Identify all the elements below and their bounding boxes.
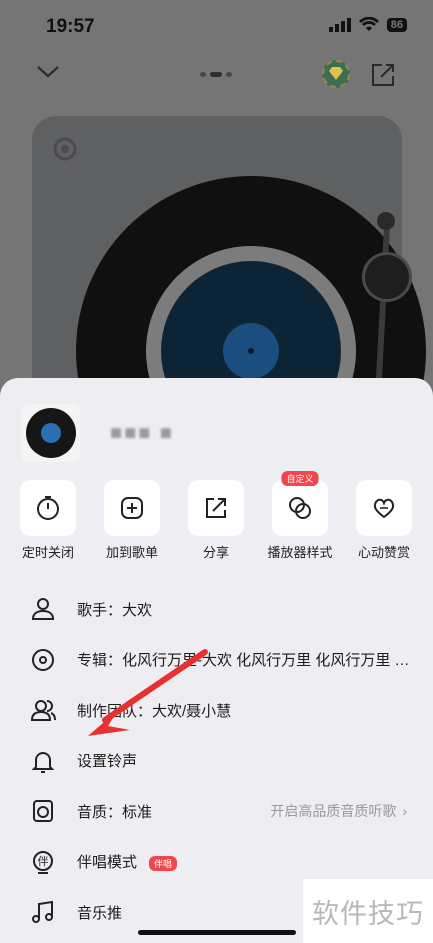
quality-upgrade-link[interactable]: 开启高品质音质听歌 › <box>270 801 407 821</box>
share-top-icon[interactable] <box>370 62 396 88</box>
singer-icon <box>30 596 56 622</box>
home-indicator <box>138 930 296 935</box>
annotation-arrow-icon <box>88 649 208 736</box>
menu-item-singer[interactable]: 歌手：大欢 <box>0 584 433 635</box>
custom-tag: 自定义 <box>281 471 319 486</box>
add-to-playlist-icon <box>121 497 143 519</box>
chevron-right-icon: › <box>402 803 407 820</box>
team-icon <box>30 697 56 723</box>
karaoke-icon: 伴 <box>30 849 56 875</box>
page-indicator <box>200 72 232 77</box>
speaker-icon <box>30 798 56 824</box>
appreciation-icon <box>373 498 395 519</box>
song-info: ■■■ ■ <box>22 404 174 462</box>
quick-actions: 定时关闭 加到歌单 分享 自定义 播放器样式 心动赞赏 <box>0 471 433 570</box>
player-style-icon <box>289 497 311 519</box>
svg-text:伴: 伴 <box>38 855 49 868</box>
turntable-logo-icon <box>53 137 77 161</box>
song-title-obscured: ■■■ ■ <box>110 421 174 444</box>
status-time: 19:57 <box>46 16 95 37</box>
watermark: 软件技巧 <box>303 879 433 943</box>
chevron-down-icon[interactable] <box>36 60 60 84</box>
player-top-nav <box>0 54 433 98</box>
album-icon <box>30 647 56 673</box>
action-appreciation[interactable]: 心动赞赏 <box>356 480 412 561</box>
music-note-icon <box>30 899 56 925</box>
share-icon <box>206 498 226 518</box>
karaoke-badge: 伴唱 <box>149 855 178 871</box>
action-player-style[interactable]: 自定义 播放器样式 <box>268 471 333 561</box>
timer-icon <box>37 496 59 520</box>
bell-icon <box>30 748 56 774</box>
signal-icon <box>328 17 351 32</box>
status-bar: 19:57 86 <box>0 0 433 54</box>
vip-badge-icon[interactable] <box>322 60 350 88</box>
action-add-to-playlist[interactable]: 加到歌单 <box>104 480 160 561</box>
action-share[interactable]: 分享 <box>188 480 244 561</box>
battery-icon: 86 <box>386 17 407 32</box>
tonearm-knob <box>362 252 412 302</box>
album-cover <box>22 404 88 462</box>
action-sleep-timer[interactable]: 定时关闭 <box>20 480 76 561</box>
menu-item-sound-quality[interactable]: 音质：标准 开启高品质音质听歌 › <box>0 786 433 837</box>
status-icons: 86 <box>328 17 407 32</box>
wifi-icon <box>358 17 379 31</box>
